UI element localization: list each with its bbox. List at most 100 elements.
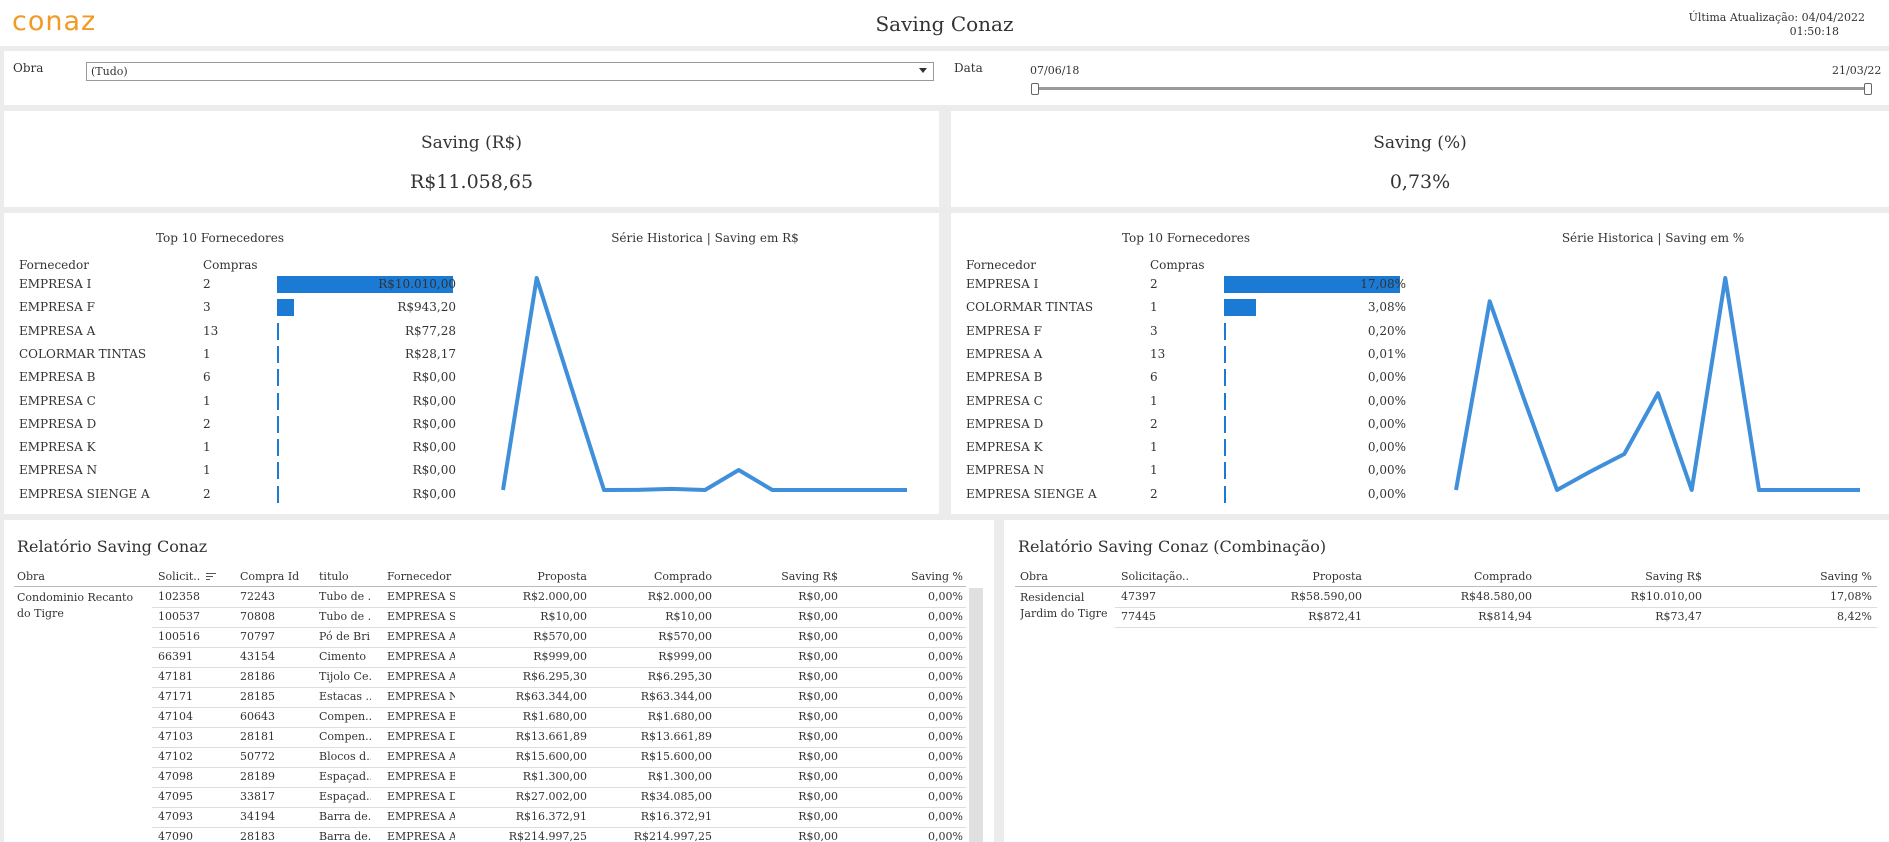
report-row-line xyxy=(152,727,966,728)
saving-bar[interactable] xyxy=(277,439,279,457)
date-slider-start-handle[interactable] xyxy=(1031,83,1039,95)
saving-bar[interactable] xyxy=(1224,485,1226,503)
report-cell: EMPRESA A xyxy=(387,630,455,643)
report-panel xyxy=(4,520,994,842)
report-cell: R$0,00 xyxy=(798,770,838,783)
report-cell: R$214.997,25 xyxy=(633,830,712,842)
report-title: Relatório Saving Conaz xyxy=(17,537,208,556)
saving-bar[interactable] xyxy=(1224,322,1227,340)
report-cell: Barra de.. xyxy=(319,830,371,842)
compras-count: 1 xyxy=(203,463,211,478)
report-cell: R$15.600,00 xyxy=(640,750,712,763)
saving-bar[interactable] xyxy=(277,345,279,363)
report-col-header[interactable]: Solicit.. xyxy=(158,570,200,583)
report-cell: Tubo de .. xyxy=(319,590,371,603)
date-slider-end-handle[interactable] xyxy=(1864,83,1872,95)
report-cell: R$16.372,91 xyxy=(640,810,712,823)
report-combo-col-header[interactable]: Saving R$ xyxy=(1645,570,1702,583)
report-row-line xyxy=(152,827,966,828)
report-cell: 28186 xyxy=(240,670,275,683)
saving-bar[interactable] xyxy=(1224,462,1226,480)
report-cell: Tijolo Ce.. xyxy=(319,670,371,683)
saving-bar[interactable] xyxy=(277,322,279,340)
compras-count: 1 xyxy=(203,393,211,408)
report-row-line xyxy=(152,807,966,808)
report-cell: R$0,00 xyxy=(798,610,838,623)
fornecedor-name: EMPRESA B xyxy=(19,370,96,385)
report-col-header[interactable]: titulo xyxy=(319,570,349,583)
report-combo-col-header[interactable]: Comprado xyxy=(1474,570,1532,583)
report-cell: 0,00% xyxy=(928,670,963,683)
report-cell: 70797 xyxy=(240,630,275,643)
report-cell: EMPRESA D xyxy=(387,790,455,803)
left-col-fornecedor: Fornecedor xyxy=(19,258,89,272)
report-cell: R$16.372,91 xyxy=(515,810,587,823)
report-cell: 33817 xyxy=(240,790,275,803)
report-cell: R$1.680,00 xyxy=(647,710,712,723)
report-cell: 47095 xyxy=(158,790,193,803)
fornecedor-name: EMPRESA SIENGE A xyxy=(19,486,150,501)
report-cell: R$6.295,30 xyxy=(522,670,587,683)
report-cell: 0,00% xyxy=(928,730,963,743)
saving-bar[interactable] xyxy=(1224,345,1226,363)
saving-bar[interactable] xyxy=(1224,392,1226,410)
saving-bar[interactable] xyxy=(277,462,279,480)
fornecedor-name: EMPRESA K xyxy=(966,440,1043,455)
saving-bar[interactable] xyxy=(1224,299,1256,317)
saving-bar[interactable] xyxy=(1224,439,1226,457)
saving-bar[interactable] xyxy=(277,299,294,317)
sort-icon[interactable] xyxy=(206,573,216,581)
saving-bar[interactable] xyxy=(277,392,279,410)
page-title: Saving Conaz xyxy=(875,12,1014,36)
fornecedor-name: EMPRESA N xyxy=(19,463,98,478)
report-combo-col-header[interactable]: Proposta xyxy=(1312,570,1362,583)
report-cell: 0,00% xyxy=(928,630,963,643)
report-cell: EMPRESA A xyxy=(387,830,455,842)
date-slider-track[interactable] xyxy=(1034,87,1870,90)
report-col-header[interactable]: Compra Id xyxy=(240,570,299,583)
obra-filter-label: Obra xyxy=(13,61,44,75)
report-combo-col-header[interactable]: Saving % xyxy=(1820,570,1872,583)
fornecedor-name: EMPRESA N xyxy=(966,463,1045,478)
report-col-header[interactable]: Saving % xyxy=(911,570,963,583)
report-cell: R$0,00 xyxy=(798,790,838,803)
report-col-header[interactable]: Saving R$ xyxy=(781,570,838,583)
report-col-header[interactable]: Comprado xyxy=(654,570,712,583)
report-cell: 0,00% xyxy=(928,770,963,783)
compras-count: 6 xyxy=(203,370,211,385)
report-cell: 66391 xyxy=(158,650,193,663)
report-cell: R$0,00 xyxy=(798,810,838,823)
report-cell: EMPRESA S.. xyxy=(387,590,455,603)
series-line[interactable] xyxy=(1454,276,1860,492)
report-cell: 47171 xyxy=(158,690,193,703)
report-cell: 0,00% xyxy=(928,710,963,723)
report-combo-col-header[interactable]: Solicitação.. xyxy=(1121,570,1189,583)
compras-count: 1 xyxy=(1150,393,1158,408)
chevron-down-icon[interactable] xyxy=(919,68,927,73)
report-col-header[interactable]: Obra xyxy=(17,570,45,583)
saving-bar[interactable] xyxy=(277,369,279,387)
saving-value: 0,00% xyxy=(1367,393,1406,408)
report-col-header[interactable]: Fornecedor xyxy=(387,570,451,583)
report-scrollbar[interactable] xyxy=(969,588,983,842)
obra-select[interactable]: (Tudo) xyxy=(86,62,934,81)
report-cell: 47102 xyxy=(158,750,193,763)
compras-count: 1 xyxy=(1150,300,1158,315)
series-line[interactable] xyxy=(501,276,907,492)
obra-select-value: (Tudo) xyxy=(91,65,128,78)
saving-bar[interactable] xyxy=(277,415,279,433)
kpi-saving-rs-title: Saving (R$) xyxy=(421,133,522,153)
report-cell: 72243 xyxy=(240,590,275,603)
report-cell: 28183 xyxy=(240,830,275,842)
compras-count: 6 xyxy=(1150,370,1158,385)
report-cell: 47093 xyxy=(158,810,193,823)
report-combo-cell: 47397 xyxy=(1121,590,1156,603)
saving-bar[interactable] xyxy=(277,485,279,503)
report-cell: Espaçad.. xyxy=(319,770,371,783)
saving-bar[interactable] xyxy=(1224,369,1226,387)
report-combo-header-line xyxy=(1015,586,1877,587)
report-combo-col-header[interactable]: Obra xyxy=(1020,570,1048,583)
report-col-header[interactable]: Proposta xyxy=(537,570,587,583)
report-cell: R$1.680,00 xyxy=(522,710,587,723)
saving-bar[interactable] xyxy=(1224,415,1226,433)
